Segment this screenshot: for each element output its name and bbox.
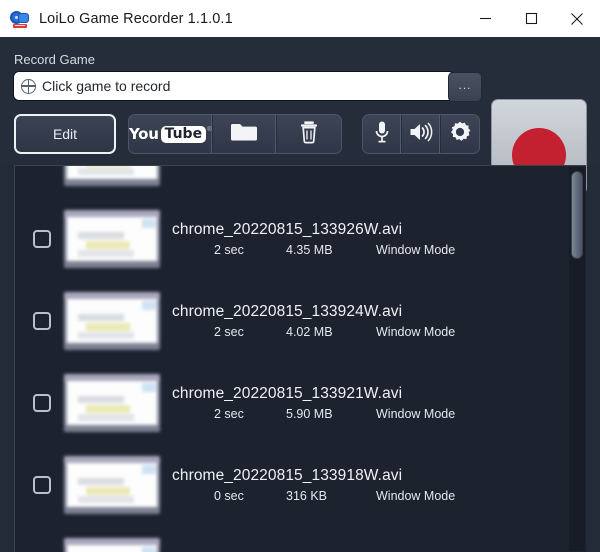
edit-button[interactable]: Edit — [14, 114, 116, 154]
trash-icon — [299, 120, 319, 149]
video-thumbnail — [64, 456, 160, 514]
browse-button[interactable]: ... — [448, 72, 482, 102]
youtube-button[interactable]: You Tube ® — [129, 115, 213, 153]
file-details: 2 sec 4.02 MB Window Mode — [172, 325, 586, 339]
file-details: 0 sec 316 KB Window Mode — [172, 489, 586, 503]
file-duration: 2 sec — [214, 325, 244, 339]
app-window: LoiLo Game Recorder 1.1.0.1 Record Game … — [0, 0, 600, 552]
edit-button-label: Edit — [52, 126, 78, 142]
toolbar-group-actions: You Tube ® — [128, 114, 342, 154]
file-size: 234 KB — [286, 165, 376, 166]
video-thumbnail — [64, 538, 160, 552]
list-scrollbar[interactable] — [569, 167, 585, 551]
table-row[interactable] — [15, 526, 586, 552]
toolbar-group-audio — [362, 114, 480, 154]
video-thumbnail — [64, 292, 160, 350]
delete-button[interactable] — [277, 115, 341, 153]
table-row[interactable]: chrome_20220815_133926W.avi 2 sec 4.35 M… — [15, 198, 586, 280]
speaker-icon — [409, 121, 433, 148]
file-size: 316 KB — [286, 489, 328, 503]
row-meta: chrome_20220815_133926W.avi 2 sec 4.35 M… — [172, 221, 586, 257]
gear-icon — [448, 120, 472, 149]
window-title: LoiLo Game Recorder 1.1.0.1 — [39, 10, 233, 27]
file-size: 4.02 MB — [286, 325, 333, 339]
row-checkbox[interactable] — [33, 230, 51, 248]
maximize-icon[interactable] — [508, 0, 554, 37]
file-mode: Window Mode — [376, 325, 456, 339]
close-icon[interactable] — [554, 0, 600, 37]
file-name: chrome_20220815_133926W.avi — [172, 221, 403, 238]
row-checkbox[interactable] — [33, 165, 51, 166]
microphone-icon — [374, 120, 390, 149]
video-thumbnail — [64, 166, 160, 186]
video-thumbnail — [64, 374, 160, 432]
microphone-button[interactable] — [363, 115, 402, 153]
row-meta: chrome_20220815_133924W.avi 2 sec 4.02 M… — [172, 303, 586, 339]
file-name: chrome_20220815_133924W.avi — [172, 303, 403, 320]
row-meta: chrome_20220815_133921W.avi 2 sec 5.90 M… — [172, 385, 586, 421]
file-duration: 2 sec — [214, 407, 244, 421]
row-meta: chrome_20220815_133918W.avi 0 sec 316 KB… — [172, 467, 586, 503]
crosshair-icon — [21, 78, 36, 94]
recording-list[interactable]: 0 sec 234 KB Window Mode chrome_20220815… — [14, 165, 586, 552]
row-checkbox[interactable] — [33, 312, 51, 330]
file-size: 4.35 MB — [286, 243, 333, 257]
folder-button[interactable] — [213, 115, 278, 153]
record-game-label: Record Game — [14, 52, 95, 67]
youtube-icon: You Tube ® — [129, 125, 212, 143]
file-mode: Window Mode — [376, 243, 456, 257]
table-row[interactable]: chrome_20220815_133918W.avi 0 sec 316 KB… — [15, 444, 586, 526]
camera-icon — [10, 9, 30, 29]
file-details: 2 sec 4.35 MB Window Mode — [172, 243, 586, 257]
game-select-input[interactable]: Click game to record — [14, 72, 454, 100]
recording-list-items: 0 sec 234 KB Window Mode chrome_20220815… — [15, 165, 586, 552]
window-controls — [462, 0, 600, 37]
table-row[interactable]: chrome_20220815_133921W.avi 2 sec 5.90 M… — [15, 362, 586, 444]
file-details: 0 sec 234 KB Window Mode — [172, 165, 586, 166]
file-details: 2 sec 5.90 MB Window Mode — [172, 407, 586, 421]
record-panel-area: Record Game Click game to record ... Edi… — [0, 37, 600, 195]
browse-button-label: ... — [458, 78, 472, 92]
title-bar: LoiLo Game Recorder 1.1.0.1 — [0, 0, 600, 38]
file-duration: 0 sec — [214, 489, 244, 503]
file-size: 5.90 MB — [286, 407, 333, 421]
folder-icon — [230, 121, 258, 148]
file-mode: Window Mode — [376, 407, 456, 421]
file-mode: Window Mode — [376, 489, 456, 503]
minimize-icon[interactable] — [462, 0, 508, 37]
youtube-you-label: You — [129, 125, 159, 143]
row-checkbox[interactable] — [33, 476, 51, 494]
table-row[interactable]: chrome_20220815_133924W.avi 2 sec 4.02 M… — [15, 280, 586, 362]
file-mode: Window Mode — [376, 165, 455, 166]
scrollbar-thumb[interactable] — [571, 171, 583, 259]
file-name: chrome_20220815_133921W.avi — [172, 385, 403, 402]
row-meta: 0 sec 234 KB Window Mode — [172, 165, 586, 166]
table-row[interactable]: 0 sec 234 KB Window Mode — [15, 165, 586, 198]
video-thumbnail — [64, 210, 160, 268]
row-checkbox[interactable] — [33, 394, 51, 412]
youtube-tube-label: Tube — [160, 125, 207, 143]
file-name: chrome_20220815_133918W.avi — [172, 467, 403, 484]
speaker-button[interactable] — [402, 115, 441, 153]
file-duration: 2 sec — [214, 243, 244, 257]
game-select-text: Click game to record — [42, 78, 171, 94]
file-duration: 0 sec — [214, 165, 286, 166]
settings-button[interactable] — [441, 115, 479, 153]
